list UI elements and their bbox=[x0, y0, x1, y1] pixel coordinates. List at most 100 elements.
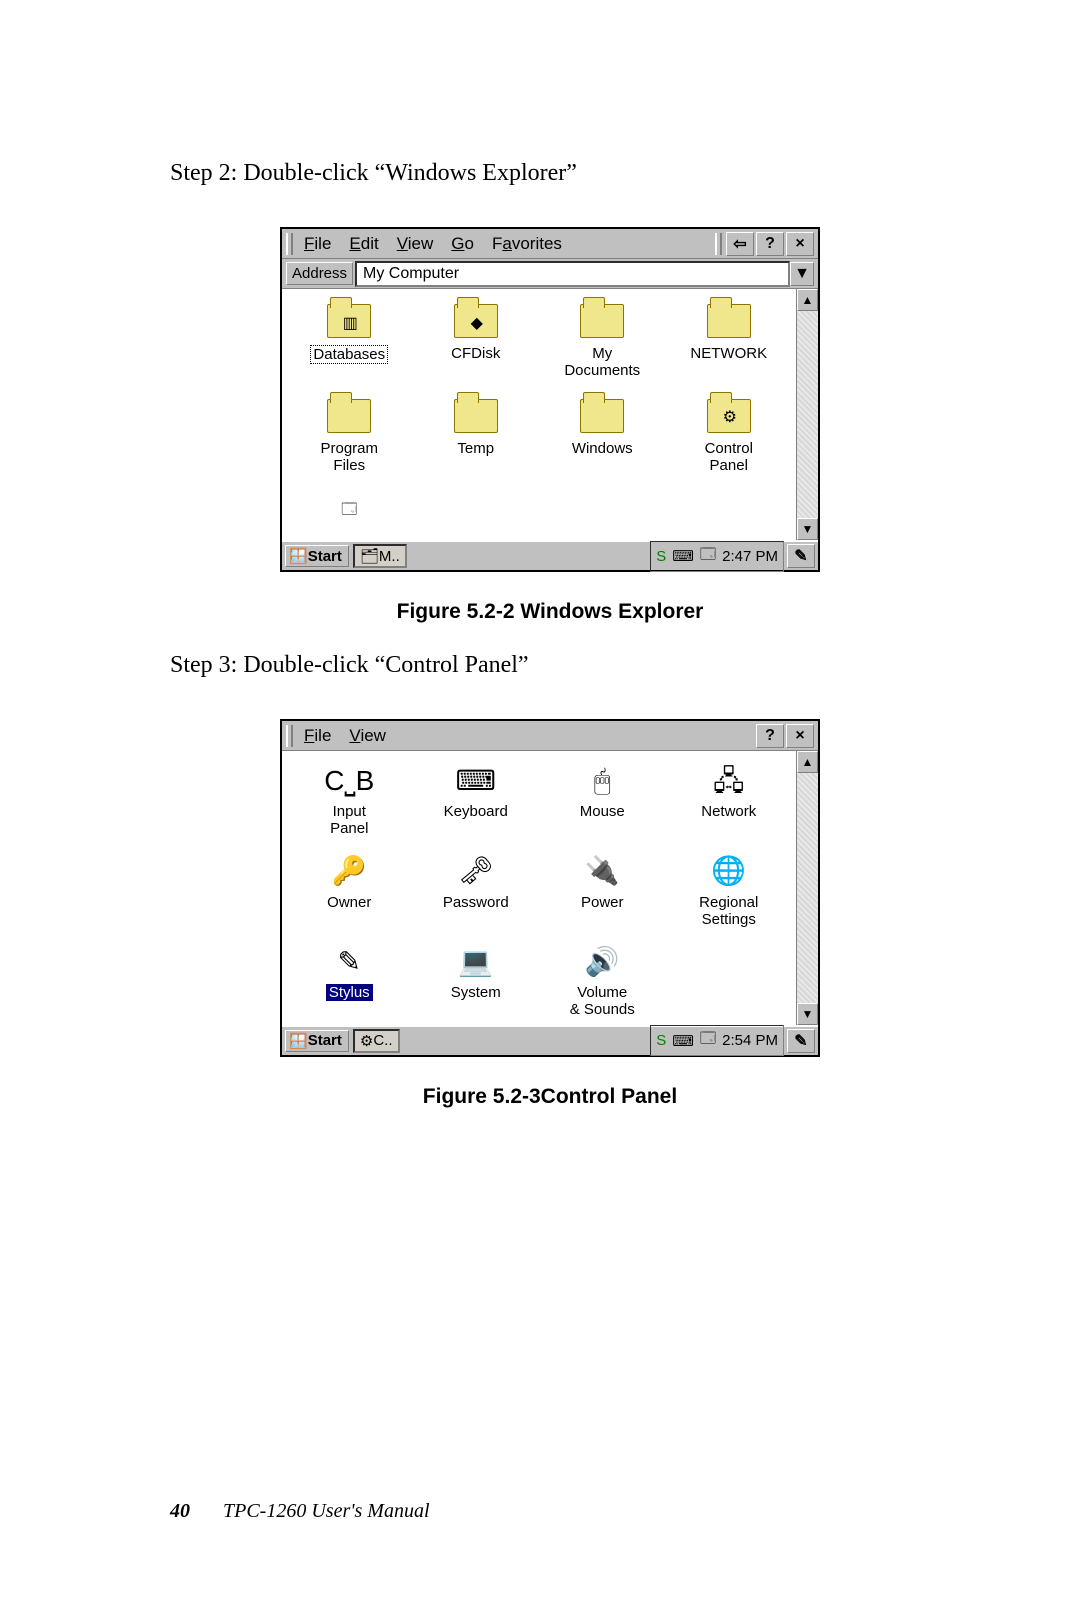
folder-icon bbox=[580, 304, 624, 338]
cp-item-icon: 💻 bbox=[456, 944, 496, 980]
help-button[interactable]: ? bbox=[756, 724, 784, 748]
scroll-up-button[interactable]: ▲ bbox=[797, 289, 818, 311]
icon-label: System bbox=[451, 984, 501, 1001]
cp-item-icon: ⌨ bbox=[456, 763, 496, 799]
desktop-tray-icon[interactable]: 🗔 bbox=[700, 544, 716, 569]
page-number: 40 bbox=[170, 1500, 190, 1522]
explorer-item[interactable]: NETWORK bbox=[666, 301, 793, 380]
control-panel-item[interactable]: 🗝Password bbox=[413, 854, 540, 929]
close-button[interactable]: × bbox=[786, 724, 814, 748]
icon-label: RegionalSettings bbox=[699, 894, 758, 929]
client-area: ▥Databases ◆ CFDisk MyDocuments NETWORK Progr… bbox=[282, 289, 818, 540]
gripper-icon bbox=[286, 725, 293, 747]
icon-label: Owner bbox=[327, 894, 371, 911]
icon-label: MyDocuments bbox=[564, 345, 640, 380]
clock: 2:47 PM bbox=[722, 548, 778, 565]
menu-view[interactable]: View bbox=[388, 232, 443, 256]
folder-icon bbox=[327, 399, 371, 433]
cp-item-icon: 🖧 bbox=[709, 763, 749, 799]
tray-status-icon: S bbox=[656, 548, 666, 565]
cp-item-icon: 🔑 bbox=[329, 854, 369, 890]
menubar: File Edit View Go Favorites ⇦ ? × bbox=[282, 229, 818, 259]
menu-edit[interactable]: Edit bbox=[340, 232, 387, 256]
menu-file[interactable]: File bbox=[295, 724, 340, 748]
address-input[interactable]: My Computer bbox=[355, 261, 790, 287]
keyboard-tray-icon[interactable]: ⌨ bbox=[672, 547, 694, 565]
clock: 2:54 PM bbox=[722, 1032, 778, 1049]
scrollbar[interactable]: ▲ ▼ bbox=[796, 751, 818, 1025]
explorer-item[interactable]: ▥Databases bbox=[286, 301, 413, 380]
folder-icon: ◆ bbox=[454, 304, 498, 338]
control-panel-item[interactable]: 🌐 RegionalSettings bbox=[666, 854, 793, 929]
close-button[interactable]: × bbox=[786, 232, 814, 256]
scroll-track[interactable] bbox=[797, 311, 818, 518]
explorer-item[interactable]: 🗔 bbox=[286, 490, 413, 534]
cp-item-icon: 🌐 bbox=[709, 854, 749, 890]
icon-label: Windows bbox=[572, 440, 633, 457]
back-button[interactable]: ⇦ bbox=[726, 232, 754, 256]
icon-label: Power bbox=[581, 894, 624, 911]
cp-item-icon: 🔊 bbox=[582, 944, 622, 980]
cp-item-icon: C⎵B bbox=[329, 763, 369, 799]
explorer-item[interactable]: Windows bbox=[539, 396, 666, 475]
explorer-item[interactable]: Temp bbox=[413, 396, 540, 475]
step2-text: Step 2: Double-click “Windows Explorer” bbox=[170, 160, 930, 187]
menu-favorites[interactable]: Favorites bbox=[483, 232, 571, 256]
control-panel-item[interactable]: 🔑 Owner bbox=[286, 854, 413, 929]
scroll-down-button[interactable]: ▼ bbox=[797, 518, 818, 540]
desktop-tray-icon[interactable]: 🗔 bbox=[700, 1028, 716, 1053]
menu-go[interactable]: Go bbox=[442, 232, 483, 256]
cp-item-icon: 🖱 bbox=[582, 763, 622, 799]
control-panel-item[interactable]: ✎ Stylus bbox=[286, 944, 413, 1019]
cp-item-icon: 🗝 bbox=[456, 854, 496, 890]
show-desktop-button[interactable]: ✎ bbox=[787, 1029, 815, 1053]
address-bar: Address My Computer ▼ bbox=[282, 259, 818, 289]
start-button[interactable]: 🪟Start bbox=[285, 1030, 349, 1052]
explorer-item[interactable]: ◆ CFDisk bbox=[413, 301, 540, 380]
client-area: C⎵BInputPanel ⌨ Keyboard 🖱Mouse🖧Network 🔑 Own… bbox=[282, 751, 818, 1025]
control-panel-item[interactable]: 🔊 Volume& Sounds bbox=[539, 944, 666, 1019]
icon-label: Temp bbox=[457, 440, 494, 457]
folder-icon bbox=[580, 399, 624, 433]
start-button[interactable]: 🪟Start bbox=[285, 545, 349, 567]
help-button[interactable]: ? bbox=[756, 232, 784, 256]
icon-label: ControlPanel bbox=[705, 440, 753, 475]
explorer-item[interactable]: MyDocuments bbox=[539, 301, 666, 380]
windows-explorer-screenshot: File Edit View Go Favorites ⇦ ? × Addres… bbox=[280, 227, 820, 572]
control-panel-item[interactable]: 💻 System bbox=[413, 944, 540, 1019]
control-panel-item[interactable]: 🖱Mouse bbox=[539, 763, 666, 838]
address-dropdown[interactable]: ▼ bbox=[790, 262, 814, 286]
taskbar: 🪟Start ⚙C.. S ⌨ 🗔 2:54 PM ✎ bbox=[282, 1025, 818, 1055]
cp-item-icon: ✎ bbox=[329, 944, 369, 980]
scroll-track[interactable] bbox=[797, 773, 818, 1003]
gripper-icon bbox=[715, 233, 722, 255]
control-panel-screenshot: File View ? × C⎵BInputPanel ⌨ Keyboard 🖱Mou… bbox=[280, 719, 820, 1057]
icon-label: ProgramFiles bbox=[320, 440, 378, 475]
icon-label: Volume& Sounds bbox=[570, 984, 635, 1019]
cp-item-icon: 🔌 bbox=[582, 854, 622, 890]
page-footer: 40 TPC-1260 User's Manual bbox=[170, 1500, 430, 1523]
show-desktop-button[interactable]: ✎ bbox=[787, 544, 815, 568]
control-panel-item[interactable]: ⌨ Keyboard bbox=[413, 763, 540, 838]
step3-text: Step 3: Double-click “Control Panel” bbox=[170, 652, 930, 679]
scroll-down-button[interactable]: ▼ bbox=[797, 1003, 818, 1025]
taskbar-app[interactable]: ⚙C.. bbox=[353, 1029, 400, 1053]
control-panel-item[interactable]: 🖧Network bbox=[666, 763, 793, 838]
control-panel-icon: ⚙ bbox=[719, 409, 741, 429]
keyboard-tray-icon[interactable]: ⌨ bbox=[672, 1032, 694, 1050]
menu-file[interactable]: File bbox=[295, 232, 340, 256]
icon-label: Keyboard bbox=[444, 803, 508, 820]
scrollbar[interactable]: ▲ ▼ bbox=[796, 289, 818, 540]
folder-icon bbox=[707, 304, 751, 338]
taskbar-app[interactable]: 🗂M.. bbox=[353, 544, 407, 568]
explorer-item[interactable]: ProgramFiles bbox=[286, 396, 413, 475]
icon-label: CFDisk bbox=[451, 345, 500, 362]
control-panel-item[interactable]: 🔌 Power bbox=[539, 854, 666, 929]
scroll-up-button[interactable]: ▲ bbox=[797, 751, 818, 773]
icon-label: Databases bbox=[310, 345, 388, 364]
icon-label: Stylus bbox=[326, 984, 373, 1001]
control-panel-item[interactable]: C⎵BInputPanel bbox=[286, 763, 413, 838]
system-tray: S ⌨ 🗔 2:54 PM bbox=[650, 1025, 784, 1056]
menu-view[interactable]: View bbox=[340, 724, 395, 748]
explorer-item[interactable]: ⚙ ControlPanel bbox=[666, 396, 793, 475]
